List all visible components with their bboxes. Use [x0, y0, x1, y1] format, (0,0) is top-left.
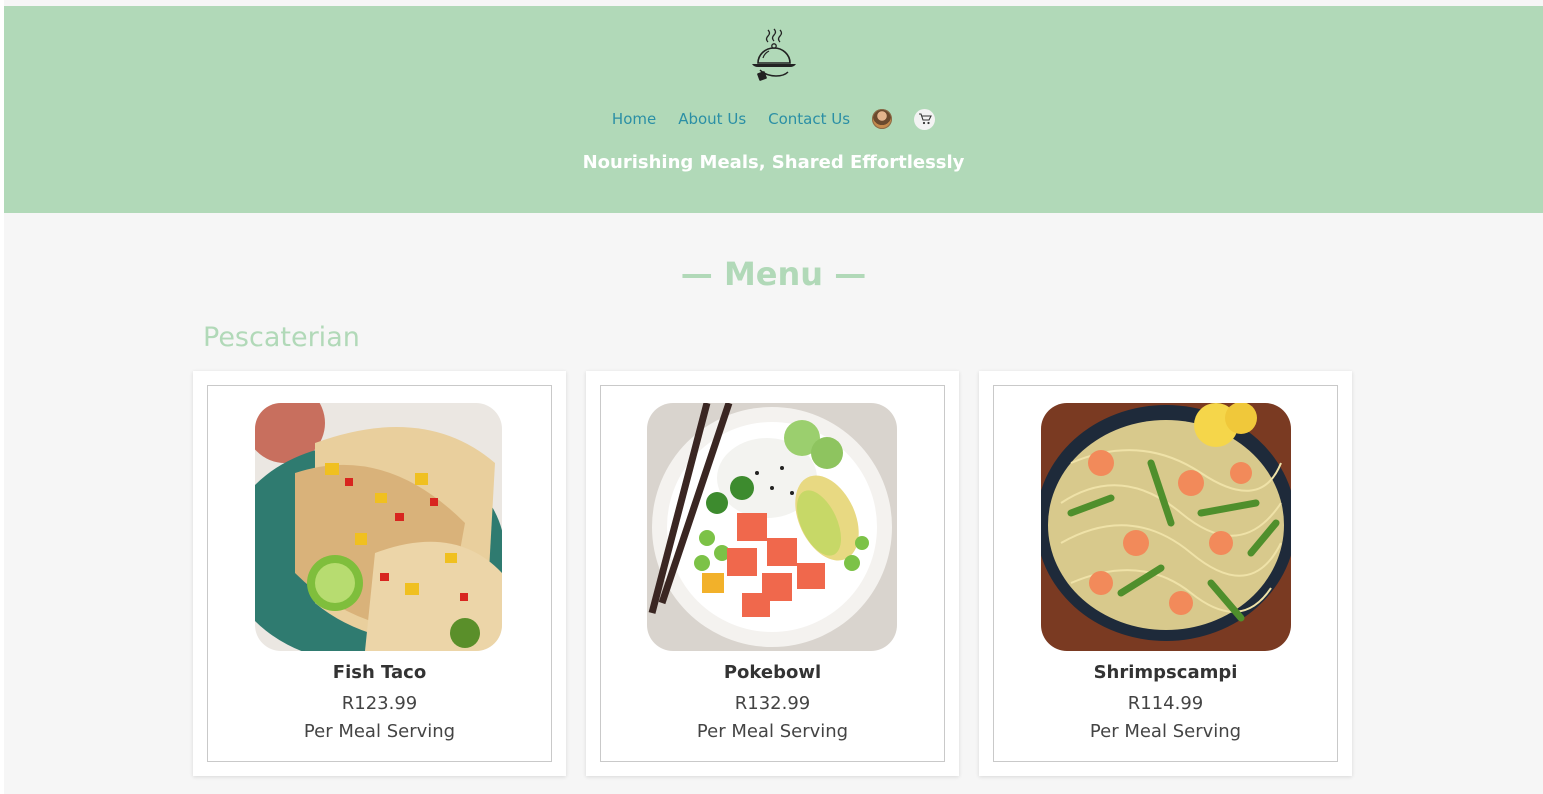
- card-title: Pokebowl: [723, 662, 822, 683]
- avatar-icon[interactable]: [872, 109, 893, 129]
- card-serving: Per Meal Serving: [1089, 721, 1242, 742]
- nav-contact-link[interactable]: Contact Us: [768, 110, 850, 128]
- card-serving: Per Meal Serving: [303, 721, 456, 742]
- nav-about-link[interactable]: About Us: [678, 110, 746, 128]
- cloche-logo-icon[interactable]: [748, 26, 800, 84]
- card-frame: Fish Taco R123.99 Per Meal Serving: [207, 385, 552, 762]
- site-header: Home About Us Contact Us Nourishing Meal…: [4, 6, 1543, 213]
- card-price: R114.99: [1127, 693, 1204, 714]
- menu-card-shrimpscampi[interactable]: Shrimpscampi R114.99 Per Meal Serving: [979, 371, 1352, 776]
- shrimpscampi-image[interactable]: [1041, 403, 1291, 651]
- card-price: R132.99: [734, 693, 811, 714]
- card-price: R123.99: [341, 693, 418, 714]
- menu-heading: — Menu —: [680, 255, 867, 293]
- card-serving: Per Meal Serving: [696, 721, 849, 742]
- card-frame: Shrimpscampi R114.99 Per Meal Serving: [993, 385, 1338, 762]
- main-nav: Home About Us Contact Us: [4, 104, 1543, 134]
- menu-card-pokebowl[interactable]: Pokebowl R132.99 Per Meal Serving: [586, 371, 959, 776]
- pokebowl-image[interactable]: [647, 403, 897, 651]
- category-heading: Pescaterian: [203, 322, 360, 353]
- site-tagline: Nourishing Meals, Shared Effortlessly: [582, 152, 965, 173]
- menu-card-fish-taco[interactable]: Fish Taco R123.99 Per Meal Serving: [193, 371, 566, 776]
- cart-icon[interactable]: [914, 108, 936, 130]
- fish-taco-image[interactable]: [255, 403, 502, 651]
- nav-home-link[interactable]: Home: [612, 110, 656, 128]
- card-frame: Pokebowl R132.99 Per Meal Serving: [600, 385, 945, 762]
- page: Home About Us Contact Us Nourishing Meal…: [4, 0, 1543, 794]
- card-title: Shrimpscampi: [1093, 662, 1238, 683]
- card-title: Fish Taco: [332, 662, 427, 683]
